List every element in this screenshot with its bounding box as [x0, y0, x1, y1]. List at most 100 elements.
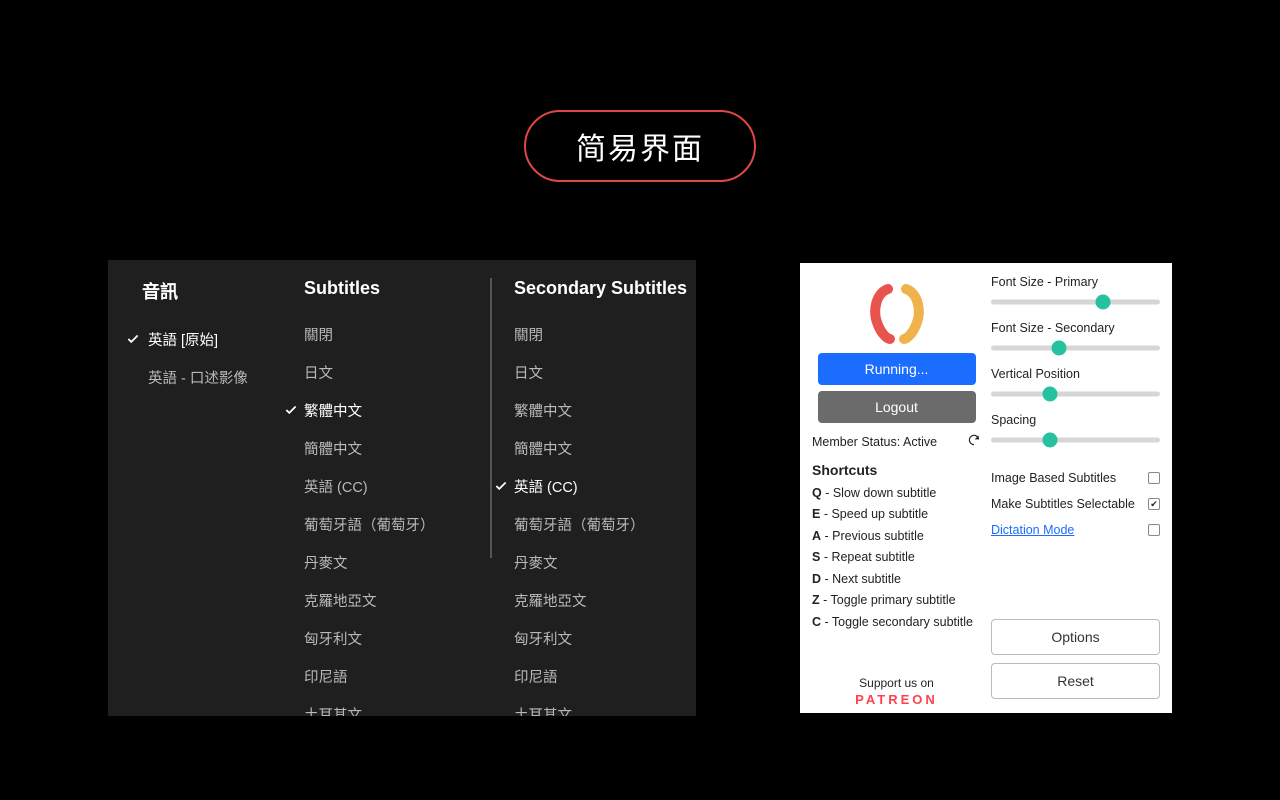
- member-status-text: Member Status: Active: [812, 435, 937, 449]
- slider-track[interactable]: [991, 387, 1160, 401]
- subtitles-option-label: 土耳其文: [304, 704, 362, 717]
- subtitles-option[interactable]: 繁體中文: [280, 391, 490, 429]
- shortcut-item: E - Speed up subtitle: [812, 507, 981, 521]
- subtitles-option[interactable]: 關閉: [280, 315, 490, 353]
- slider-thumb[interactable]: [1043, 433, 1058, 448]
- slider-label: Font Size - Secondary: [991, 321, 1160, 335]
- audio-column: 音訊 英語 [原始] 英語 - 口述影像: [108, 260, 280, 716]
- toggle-make-subtitles-selectable: Make Subtitles Selectable: [991, 497, 1160, 511]
- reset-button[interactable]: Reset: [991, 663, 1160, 699]
- slider-track[interactable]: [991, 295, 1160, 309]
- checkbox[interactable]: [1148, 498, 1160, 510]
- shortcut-item: Z - Toggle primary subtitle: [812, 593, 981, 607]
- toggle-label: Image Based Subtitles: [991, 471, 1116, 485]
- refresh-icon[interactable]: [967, 433, 981, 450]
- secondary-subtitles-option[interactable]: 日文: [490, 353, 696, 391]
- secondary-subtitles-option-label: 丹麥文: [514, 552, 558, 573]
- subtitles-header: Subtitles: [280, 278, 490, 299]
- checkbox[interactable]: [1148, 524, 1160, 536]
- secondary-subtitles-option[interactable]: 克羅地亞文: [490, 581, 696, 619]
- audio-option-label: 英語 - 口述影像: [148, 367, 248, 388]
- slider-label: Font Size - Primary: [991, 275, 1160, 289]
- subtitles-option[interactable]: 土耳其文: [280, 695, 490, 716]
- patreon-link[interactable]: PATREON: [812, 692, 981, 707]
- audio-option[interactable]: 英語 [原始]: [142, 320, 280, 358]
- subtitles-option[interactable]: 日文: [280, 353, 490, 391]
- toggle-dictation-mode: Dictation Mode: [991, 523, 1160, 537]
- subtitles-option[interactable]: 葡萄牙語（葡萄牙）: [280, 505, 490, 543]
- secondary-subtitles-option[interactable]: 繁體中文: [490, 391, 696, 429]
- logout-button[interactable]: Logout: [818, 391, 976, 423]
- subtitles-option[interactable]: 克羅地亞文: [280, 581, 490, 619]
- shortcut-item: S - Repeat subtitle: [812, 550, 981, 564]
- secondary-subtitles-option-label: 葡萄牙語（葡萄牙）: [514, 514, 645, 535]
- secondary-subtitles-option-label: 英語 (CC): [514, 476, 578, 497]
- shortcuts-header: Shortcuts: [812, 462, 981, 478]
- secondary-subtitles-option-label: 關閉: [514, 324, 543, 345]
- page-title-pill: 简易界面: [524, 110, 756, 182]
- check-icon: [284, 403, 298, 417]
- secondary-subtitles-option-label: 克羅地亞文: [514, 590, 587, 611]
- subtitles-option[interactable]: 英語 (CC): [280, 467, 490, 505]
- subtitles-option-label: 簡體中文: [304, 438, 362, 459]
- slider-font-size-secondary: Font Size - Secondary: [991, 321, 1160, 355]
- slider-font-size-primary: Font Size - Primary: [991, 275, 1160, 309]
- audio-option[interactable]: 英語 - 口述影像: [142, 358, 280, 396]
- member-status-row: Member Status: Active: [812, 433, 981, 450]
- secondary-subtitles-option[interactable]: 土耳其文: [490, 695, 696, 716]
- slider-label: Vertical Position: [991, 367, 1160, 381]
- subtitles-option[interactable]: 印尼語: [280, 657, 490, 695]
- subtitles-option-label: 匈牙利文: [304, 628, 362, 649]
- check-icon: [494, 479, 508, 493]
- subtitles-option-label: 葡萄牙語（葡萄牙）: [304, 514, 435, 535]
- secondary-subtitles-option[interactable]: 葡萄牙語（葡萄牙）: [490, 505, 696, 543]
- subtitles-option[interactable]: 匈牙利文: [280, 619, 490, 657]
- checkbox[interactable]: [1148, 472, 1160, 484]
- slider-thumb[interactable]: [1095, 295, 1110, 310]
- running-button[interactable]: Running...: [818, 353, 976, 385]
- slider-thumb[interactable]: [1051, 341, 1066, 356]
- shortcut-item: Q - Slow down subtitle: [812, 486, 981, 500]
- slider-track[interactable]: [991, 433, 1160, 447]
- secondary-subtitles-option-label: 土耳其文: [514, 704, 572, 717]
- subtitles-option-label: 英語 (CC): [304, 476, 368, 497]
- check-icon: [126, 332, 140, 346]
- audio-option-label: 英語 [原始]: [148, 329, 218, 350]
- subtitles-option[interactable]: 簡體中文: [280, 429, 490, 467]
- secondary-subtitles-option-label: 繁體中文: [514, 400, 572, 421]
- shortcut-item: C - Toggle secondary subtitle: [812, 615, 981, 629]
- subtitles-option-label: 克羅地亞文: [304, 590, 377, 611]
- extension-panel: Running... Logout Member Status: Active …: [800, 263, 1172, 713]
- secondary-subtitles-option[interactable]: 關閉: [490, 315, 696, 353]
- support-block: Support us on PATREON: [812, 676, 981, 713]
- subtitles-option-label: 印尼語: [304, 666, 348, 687]
- secondary-subtitles-option[interactable]: 英語 (CC): [490, 467, 696, 505]
- slider-label: Spacing: [991, 413, 1160, 427]
- secondary-subtitles-option[interactable]: 簡體中文: [490, 429, 696, 467]
- secondary-subtitles-column: Secondary Subtitles 關閉日文繁體中文簡體中文英語 (CC)葡…: [490, 260, 696, 716]
- audio-header: 音訊: [142, 278, 280, 304]
- secondary-subtitles-option-label: 日文: [514, 362, 543, 383]
- secondary-subtitles-option[interactable]: 印尼語: [490, 657, 696, 695]
- toggle-label: Make Subtitles Selectable: [991, 497, 1135, 511]
- extension-logo: [812, 275, 981, 353]
- secondary-subtitles-option[interactable]: 匈牙利文: [490, 619, 696, 657]
- toggle-label[interactable]: Dictation Mode: [991, 523, 1074, 537]
- subtitles-option-label: 繁體中文: [304, 400, 362, 421]
- slider-vertical-position: Vertical Position: [991, 367, 1160, 401]
- secondary-subtitles-option-label: 簡體中文: [514, 438, 572, 459]
- subtitles-option-label: 丹麥文: [304, 552, 348, 573]
- toggle-image-based-subtitles: Image Based Subtitles: [991, 471, 1160, 485]
- subtitle-picker-panel: 音訊 英語 [原始] 英語 - 口述影像 Subtitles 關閉日文繁體中文簡體…: [108, 260, 696, 716]
- slider-track[interactable]: [991, 341, 1160, 355]
- extension-right-col: Font Size - Primary Font Size - Secondary…: [991, 275, 1160, 713]
- slider-spacing: Spacing: [991, 413, 1160, 447]
- subtitles-option-label: 日文: [304, 362, 333, 383]
- secondary-subtitles-option-label: 匈牙利文: [514, 628, 572, 649]
- secondary-subtitles-option[interactable]: 丹麥文: [490, 543, 696, 581]
- shortcut-item: D - Next subtitle: [812, 572, 981, 586]
- options-button[interactable]: Options: [991, 619, 1160, 655]
- subtitles-option[interactable]: 丹麥文: [280, 543, 490, 581]
- slider-thumb[interactable]: [1043, 387, 1058, 402]
- subtitles-option-label: 關閉: [304, 324, 333, 345]
